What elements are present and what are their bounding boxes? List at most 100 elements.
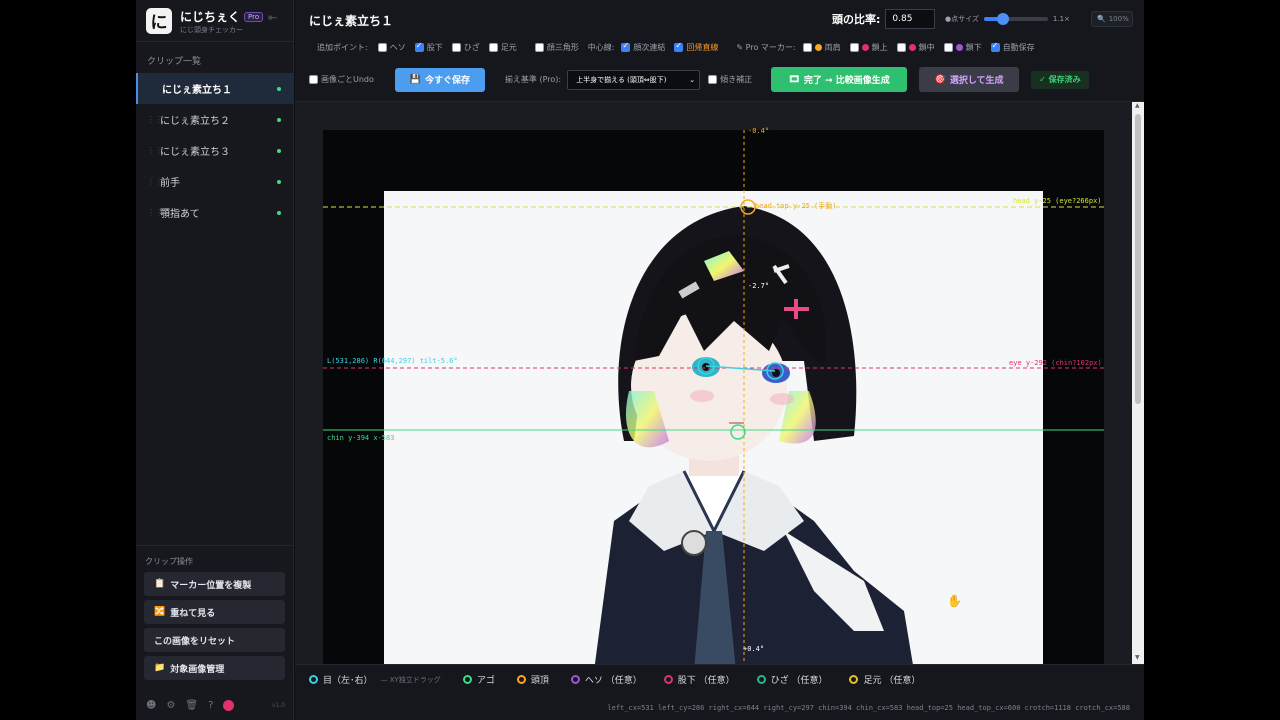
checkbox[interactable] xyxy=(896,43,906,52)
marker-chain-top[interactable]: 鎖上 xyxy=(849,42,888,53)
clip-label: 顎指あて xyxy=(160,209,200,220)
legend-eyes: 目（左･右） xyxy=(309,673,373,686)
save-now-button[interactable]: 💾 今すぐ保存 xyxy=(394,67,485,92)
option-feet[interactable]: 足元 xyxy=(488,42,517,53)
zoom-value: 100% xyxy=(1108,15,1129,23)
option-face-link[interactable]: 顔次連結 xyxy=(621,41,665,53)
legend-feet: 足元 （任意） xyxy=(849,673,920,686)
option-tilt-correction[interactable]: 傾き補正 xyxy=(708,74,752,85)
help-icon[interactable]: ? xyxy=(208,700,213,711)
checkbox[interactable] xyxy=(534,43,544,52)
save-icon: 💾 xyxy=(409,74,421,85)
drag-handle-icon[interactable]: ⋮⋮ xyxy=(147,177,163,186)
legend-marker-icon xyxy=(663,675,673,684)
marker-shoulders[interactable]: 両肩 xyxy=(802,42,841,53)
extra-points-label: 追加ポイント: xyxy=(317,43,368,52)
vertical-scrollbar[interactable]: ▲ ▼ xyxy=(1132,102,1144,664)
collapse-sidebar-icon[interactable]: ⇤ xyxy=(268,11,277,24)
option-crotch[interactable]: 股下 xyxy=(414,41,443,53)
eye-coords-label: L(531,286) R(644,297) tilt-5.6° xyxy=(327,357,458,365)
status-dot xyxy=(277,179,281,184)
clip-item[interactable]: にじぇ素立ち１ xyxy=(136,73,293,104)
user-icon[interactable]: ☻ xyxy=(146,700,156,711)
option-regression-line[interactable]: 回帰直線 xyxy=(674,41,718,53)
option-knee[interactable]: ひざ xyxy=(451,42,480,53)
legend-marker-icon xyxy=(756,675,766,684)
checkbox[interactable] xyxy=(849,43,859,52)
gear-icon[interactable]: ⚙ xyxy=(166,700,175,711)
checkbox[interactable] xyxy=(451,43,461,52)
clip-label: にじぇ素立ち３ xyxy=(160,147,230,158)
legend-chin: アゴ xyxy=(462,673,495,686)
overlay-button[interactable]: 🔀 重ねて見る xyxy=(144,600,285,624)
marker-legend: 目（左･右） — XY独立ドラッグ アゴ 頭頂 ヘソ （任意） 股下 （任意） … xyxy=(295,664,1144,720)
canvas-area[interactable]: -0.4° head top y-25 (手動) head y-25 (eye?… xyxy=(295,102,1132,664)
legend-head-top: 頭頂 xyxy=(516,673,549,686)
drag-handle-icon[interactable]: ⋮⋮ xyxy=(147,115,163,124)
clip-item[interactable]: ⋮⋮ にじぇ素立ち２ xyxy=(136,104,293,135)
select-generate-button[interactable]: 🎯 選択して生成 xyxy=(919,67,1020,92)
checkbox[interactable] xyxy=(802,43,812,52)
checkbox[interactable] xyxy=(488,43,498,52)
bottom-angle-label: +0.4° xyxy=(743,645,765,653)
slider-knob[interactable] xyxy=(997,13,1010,25)
record-icon[interactable] xyxy=(223,699,235,711)
app-window: に にじちぇく Pro にじ頭身チェッカー ⇤ クリップ一覧 にじぇ素立ち１ ⋮⋮… xyxy=(136,0,1144,720)
image-stage[interactable]: -0.4° head top y-25 (手動) head y-25 (eye?… xyxy=(323,127,1104,664)
checkbox[interactable] xyxy=(708,75,718,84)
clipboard-icon: 📋 xyxy=(154,579,166,589)
checkbox[interactable] xyxy=(674,41,684,52)
sidebar-footer: ☻ ⚙ 🗑 ? v1.0 xyxy=(136,690,294,720)
marker-chain-bottom[interactable]: 鎖下 xyxy=(943,42,982,53)
marker-dot xyxy=(908,44,916,51)
trash-icon[interactable]: 🗑 xyxy=(185,700,198,711)
clip-operations: クリップ操作 📋 マーカー位置を複製 🔀 重ねて見る この画像をリセット 📁 対象画像… xyxy=(136,545,294,684)
drag-handle-icon[interactable]: ⋮⋮ xyxy=(147,208,163,217)
clip-item[interactable]: ⋮⋮ にじぇ素立ち３ xyxy=(136,135,293,166)
option-face-triangle[interactable]: 顔三角形 xyxy=(534,42,579,53)
legend-note: — XY独立ドラッグ xyxy=(380,675,441,684)
option-navel[interactable]: ヘソ xyxy=(377,42,406,53)
options-row: 追加ポイント: ヘソ 股下 ひざ 足元 顔三角形 中心線: 顔次連結 回帰直線 … xyxy=(317,41,1040,53)
search-icon: 🔍 xyxy=(1097,15,1106,23)
clip-item[interactable]: ⋮⋮ 前手 xyxy=(136,166,293,197)
checkbox[interactable] xyxy=(377,43,387,52)
checkbox[interactable] xyxy=(943,43,953,52)
duplicate-markers-button[interactable]: 📋 マーカー位置を複製 xyxy=(144,572,285,596)
checkbox[interactable] xyxy=(309,75,318,84)
scroll-up-icon[interactable]: ▲ xyxy=(1135,102,1140,109)
manage-images-button[interactable]: 📁 対象画像管理 xyxy=(144,656,285,680)
scroll-thumb[interactable] xyxy=(1135,114,1141,404)
ratio-input[interactable] xyxy=(885,9,936,29)
align-select[interactable]: 上半身で揃える (頭頂⇔股下) ⌄ xyxy=(567,69,701,90)
legend-marker-icon xyxy=(309,675,318,684)
zoom-field[interactable]: 🔍 100% xyxy=(1091,11,1133,27)
checkbox[interactable] xyxy=(621,41,631,52)
legend-knee: ひざ （任意） xyxy=(756,673,827,686)
marker-chain-mid[interactable]: 鎖中 xyxy=(896,42,935,53)
pro-badge: Pro xyxy=(244,11,264,22)
generate-comparison-button[interactable]: 🎞 完了 → 比較画像生成 xyxy=(771,67,908,92)
point-size: ●点サイズ 1.1× xyxy=(945,13,1070,25)
drag-handle-icon[interactable]: ⋮⋮ xyxy=(147,146,163,155)
checkbox[interactable] xyxy=(414,41,424,52)
clip-item[interactable]: ⋮⋮ 顎指あて xyxy=(136,197,293,228)
head-ratio: 頭の比率: xyxy=(832,9,936,29)
clip-label: 前手 xyxy=(160,178,180,189)
align-label: 揃え基準 (Pro): xyxy=(504,75,562,84)
coordinates-readout: left_cx=531 left_cy=286 right_cx=644 rig… xyxy=(607,704,1130,712)
checkbox[interactable] xyxy=(990,41,1000,52)
option-undo-per-image[interactable]: 画像ごとUndo xyxy=(309,74,374,85)
scroll-down-icon[interactable]: ▼ xyxy=(1135,654,1140,661)
point-size-slider[interactable] xyxy=(983,13,1048,25)
status-dot xyxy=(277,86,281,91)
option-autosave[interactable]: 自動保存 xyxy=(990,41,1035,53)
app-name: にじちぇく xyxy=(180,10,241,24)
head-line-label: head y-25 (eye?266px) xyxy=(1013,197,1102,205)
target-icon: 🎯 xyxy=(934,74,946,85)
point-size-value: 1.1× xyxy=(1052,15,1070,23)
marker-dot xyxy=(955,44,963,51)
legend-crotch: 股下 （任意） xyxy=(663,673,735,686)
clip-label: にじぇ素立ち２ xyxy=(160,116,230,127)
reset-image-button[interactable]: この画像をリセット xyxy=(144,628,285,652)
